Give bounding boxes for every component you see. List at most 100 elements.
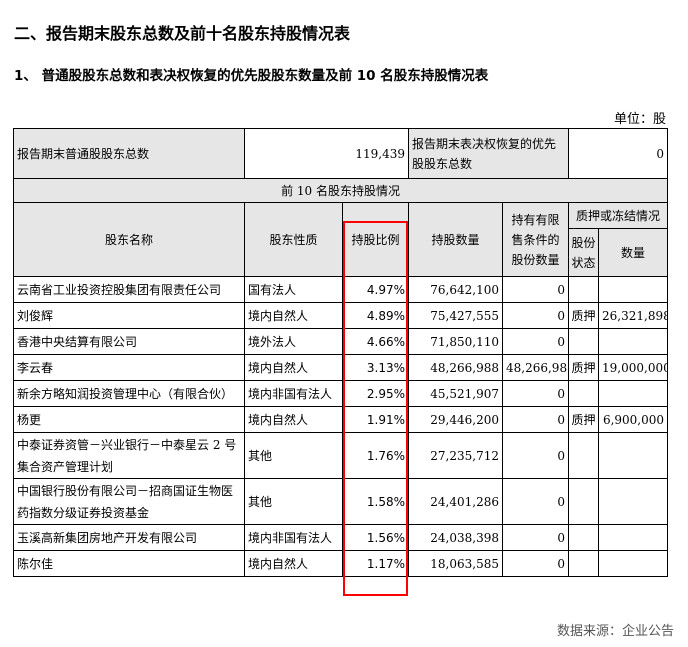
table-row: 中泰证券资管－兴业银行－中泰星云 2 号集合资产管理计划 其他 1.76% 27,23… [13, 432, 669, 479]
header-ratio: 持股比例 [342, 202, 409, 277]
holder-quantity: 29,446,200 [408, 406, 503, 433]
preferred-holders-label: 报告期末表决权恢复的优先股股东总数 [407, 128, 570, 179]
holder-name: 中国银行股份有限公司－招商国证生物医药指数分级证券投资基金 [13, 478, 245, 525]
header-pledge-quantity: 数量 [598, 228, 669, 277]
holder-quantity: 76,642,100 [408, 276, 503, 303]
holder-ratio: 1.17% [342, 550, 409, 577]
holder-pledge-quantity [598, 328, 669, 355]
holder-nature: 境外法人 [244, 328, 343, 355]
holder-pledge-status [568, 328, 600, 355]
header-row-1: 股东名称 股东性质 持股比例 持股数量 持有有限售条件的股份数量 质押或冻结情况 [13, 202, 669, 277]
holder-ratio: 3.13% [342, 354, 409, 381]
holder-quantity: 45,521,907 [408, 380, 503, 407]
holder-pledge-quantity [598, 380, 669, 407]
holder-ratio: 4.66% [342, 328, 409, 355]
table-row: 中国银行股份有限公司－招商国证生物医药指数分级证券投资基金 其他 1.58% 24,4… [13, 478, 669, 525]
header-pledge-group: 质押或冻结情况 [568, 202, 669, 229]
holder-restricted: 0 [501, 550, 570, 577]
table-row: 陈尔佳 境内自然人 1.17% 18,063,585 0 [13, 550, 669, 577]
holder-name: 玉溪高新集团房地产开发有限公司 [13, 524, 245, 551]
holder-quantity: 75,427,555 [408, 302, 503, 329]
holder-name: 中泰证券资管－兴业银行－中泰星云 2 号集合资产管理计划 [13, 432, 245, 479]
holder-ratio: 4.97% [342, 276, 409, 303]
holder-pledge-status [568, 432, 600, 479]
top10-title-row: 前 10 名股东持股情况 [12, 178, 669, 203]
holder-name: 李云春 [13, 354, 245, 381]
holder-restricted: 0 [501, 432, 570, 479]
table-row: 新余方略知润投资管理中心（有限合伙） 境内非国有法人 2.95% 45,521,907… [13, 380, 669, 407]
holder-pledge-quantity [598, 550, 669, 577]
holder-pledge-status [568, 524, 600, 551]
preferred-holders-value: 0 [568, 128, 669, 179]
header-name: 股东名称 [13, 202, 245, 277]
holder-name: 香港中央结算有限公司 [13, 328, 245, 355]
holder-restricted: 0 [501, 328, 570, 355]
common-holders-value: 119,439 [244, 128, 409, 179]
holder-pledge-quantity: 6,900,000 [598, 406, 669, 433]
holder-pledge-status: 质押 [568, 406, 600, 433]
holder-ratio: 4.89% [342, 302, 409, 329]
holder-ratio: 1.76% [342, 432, 409, 479]
holder-nature: 境内非国有法人 [244, 380, 343, 407]
holder-pledge-status [568, 276, 600, 303]
table-row: 云南省工业投资控股集团有限责任公司 国有法人 4.97% 76,642,100 0 [13, 276, 669, 303]
holder-quantity: 18,063,585 [408, 550, 503, 577]
top10-title: 前 10 名股东持股情况 [12, 178, 669, 203]
subsection-title: 1、 普通股股东总数和表决权恢复的优先股股东数量及前 10 名股东持股情况表 [14, 68, 489, 84]
holder-ratio: 1.56% [342, 524, 409, 551]
holder-quantity: 71,850,110 [408, 328, 503, 355]
holder-ratio: 1.58% [342, 478, 409, 525]
holder-pledge-quantity: 19,000,000 [598, 354, 669, 381]
holder-restricted: 0 [501, 524, 570, 551]
header-nature: 股东性质 [244, 202, 343, 277]
holder-ratio: 1.91% [342, 406, 409, 433]
holder-nature: 其他 [244, 432, 343, 479]
holder-pledge-status [568, 380, 600, 407]
holder-quantity: 24,401,286 [408, 478, 503, 525]
holder-nature: 国有法人 [244, 276, 343, 303]
holder-restricted: 0 [501, 276, 570, 303]
holder-nature: 境内非国有法人 [244, 524, 343, 551]
holder-quantity: 48,266,988 [408, 354, 503, 381]
holder-nature: 境内自然人 [244, 406, 343, 433]
table-row: 杨更 境内自然人 1.91% 29,446,200 0 质押 6,900,000 [13, 406, 669, 433]
holder-restricted: 0 [501, 380, 570, 407]
holder-name: 云南省工业投资控股集团有限责任公司 [13, 276, 245, 303]
holder-restricted: 0 [501, 406, 570, 433]
data-source: 数据来源：企业公告 [556, 624, 674, 639]
holder-pledge-quantity [598, 276, 669, 303]
holder-restricted: 0 [501, 302, 570, 329]
table-row: 玉溪高新集团房地产开发有限公司 境内非国有法人 1.56% 24,038,398 0 [13, 524, 669, 551]
section-title: 二、报告期末股东总数及前十名股东持股情况表 [14, 24, 351, 43]
holder-pledge-status: 质押 [568, 302, 600, 329]
holder-ratio: 2.95% [342, 380, 409, 407]
holder-name: 杨更 [13, 406, 245, 433]
table-row: 李云春 境内自然人 3.13% 48,266,988 48,266,988 质押 19,00… [13, 354, 669, 381]
holder-pledge-status: 质押 [568, 354, 600, 381]
holder-pledge-quantity [598, 432, 669, 479]
holder-pledge-quantity: 26,321,898 [598, 302, 669, 329]
holder-quantity: 24,038,398 [408, 524, 503, 551]
holder-nature: 境内自然人 [244, 354, 343, 381]
holder-nature: 其他 [244, 478, 343, 525]
common-holders-label: 报告期末普通股股东总数 [13, 128, 245, 179]
table-row: 香港中央结算有限公司 境外法人 4.66% 71,850,110 0 [13, 328, 669, 355]
holder-nature: 境内自然人 [244, 302, 343, 329]
holder-restricted: 0 [501, 478, 570, 525]
header-restricted: 持有有限售条件的股份数量 [501, 202, 570, 277]
table-row: 刘俊辉 境内自然人 4.89% 75,427,555 0 质押 26,321,898 [13, 302, 669, 329]
holder-name: 刘俊辉 [13, 302, 245, 329]
holder-quantity: 27,235,712 [408, 432, 503, 479]
summary-row: 报告期末普通股股东总数 119,439 报告期末表决权恢复的优先股股东总数 0 [13, 128, 669, 179]
holder-pledge-status [568, 550, 600, 577]
shareholder-table: 报告期末普通股股东总数 119,439 报告期末表决权恢复的优先股股东总数 0 … [12, 128, 669, 577]
holder-pledge-quantity [598, 478, 669, 525]
holder-restricted: 48,266,988 [501, 354, 570, 381]
holder-pledge-quantity [598, 524, 669, 551]
holder-pledge-status [568, 478, 600, 525]
unit-label: 单位：股 [613, 112, 666, 127]
holder-name: 新余方略知润投资管理中心（有限合伙） [13, 380, 245, 407]
header-pledge-status: 股份状态 [568, 228, 600, 277]
header-quantity: 持股数量 [408, 202, 503, 277]
holder-name: 陈尔佳 [13, 550, 245, 577]
